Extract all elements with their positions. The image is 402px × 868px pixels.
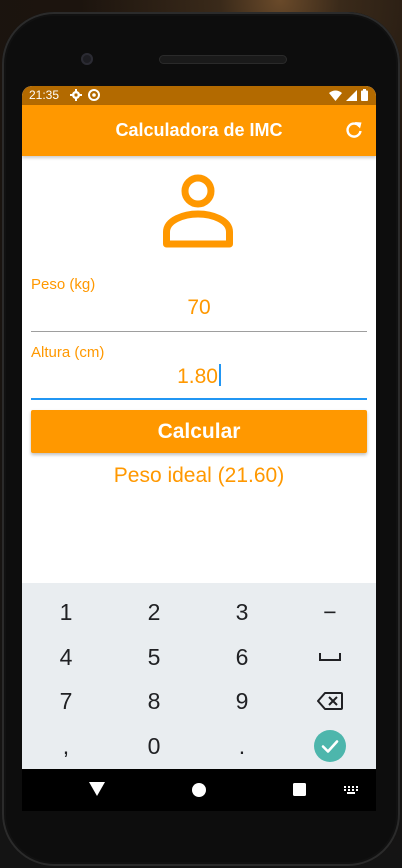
key-4[interactable]: 4 (22, 635, 110, 679)
result-text: Peso ideal (21.60) (113, 464, 285, 487)
weight-label: Peso (kg) (31, 276, 96, 293)
height-input[interactable]: 1.80 (31, 364, 367, 389)
key-9[interactable]: 9 (198, 679, 286, 723)
height-value: 1.80 (177, 365, 218, 388)
key-backspace[interactable] (286, 679, 374, 723)
key-space[interactable] (286, 635, 374, 679)
key-6[interactable]: 6 (198, 635, 286, 679)
height-label: Altura (cm) (31, 344, 105, 361)
navigation-bar (22, 769, 376, 811)
home-icon[interactable] (192, 783, 206, 797)
signal-icon (346, 89, 357, 101)
keyboard-icon[interactable] (343, 785, 359, 795)
backspace-icon (317, 692, 343, 710)
key-0[interactable]: 0 (110, 724, 198, 768)
checkmark-icon (314, 730, 346, 762)
key-7[interactable]: 7 (22, 679, 110, 723)
height-underline (31, 398, 367, 400)
status-bar: 21:35 (22, 86, 376, 105)
refresh-icon[interactable] (344, 120, 364, 140)
key-8[interactable]: 8 (110, 679, 198, 723)
back-icon[interactable] (89, 782, 105, 796)
key-comma[interactable]: , (22, 724, 110, 768)
battery-icon (361, 89, 368, 101)
key-done[interactable] (286, 724, 374, 768)
sync-icon (88, 89, 100, 101)
person-icon (163, 174, 233, 248)
weight-input[interactable]: 70 (31, 296, 367, 320)
text-cursor (218, 364, 221, 386)
earpiece-speaker (159, 55, 287, 64)
key-period[interactable]: . (198, 724, 286, 768)
wifi-icon (329, 90, 342, 101)
app-screen: 21:35 Calculadora de IMC Peso (kg) 70 Al… (22, 86, 376, 769)
gear-icon (70, 89, 82, 101)
status-right-icons (329, 89, 368, 101)
numeric-keyboard: 1 2 3 − 4 5 6 7 8 9 , 0 . (22, 583, 376, 769)
key-1[interactable]: 1 (22, 590, 110, 634)
app-bar: Calculadora de IMC (22, 105, 376, 156)
calculate-button[interactable]: Calcular (31, 410, 367, 453)
status-time: 21:35 (29, 88, 60, 102)
space-icon (319, 653, 341, 661)
key-3[interactable]: 3 (198, 590, 286, 634)
weight-value: 70 (187, 296, 211, 319)
front-camera (81, 53, 93, 65)
key-minus[interactable]: − (286, 590, 374, 634)
app-title: Calculadora de IMC (115, 120, 283, 140)
key-5[interactable]: 5 (110, 635, 198, 679)
recents-icon[interactable] (293, 783, 306, 796)
status-left-icons (70, 89, 100, 101)
weight-underline (31, 331, 367, 332)
key-2[interactable]: 2 (110, 590, 198, 634)
